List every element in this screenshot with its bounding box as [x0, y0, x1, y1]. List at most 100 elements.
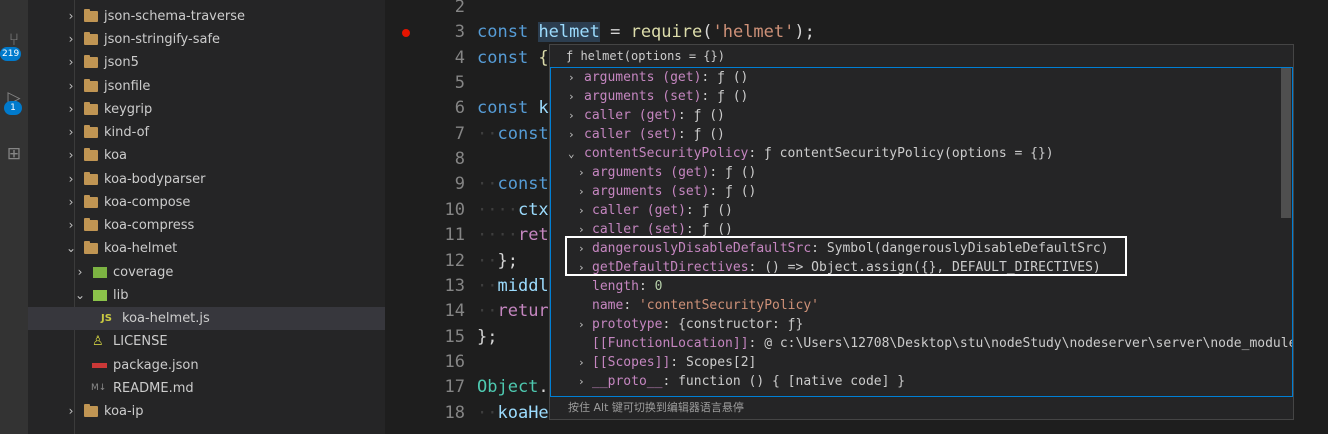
chevron-right-icon: ›: [568, 128, 575, 141]
tree-item-license[interactable]: ♙ LICENSE: [28, 330, 385, 353]
property-key: [[FunctionLocation]]: [592, 336, 749, 351]
chevron-right-icon: ›: [68, 9, 74, 23]
tree-item-label: jsonfile: [104, 79, 151, 94]
line-number: 4: [454, 48, 465, 68]
property-value: ƒ (): [693, 108, 725, 123]
code-line-18: ··koaHe: [477, 403, 549, 423]
property-value: ƒ (): [725, 165, 757, 180]
folder-icon: [84, 195, 98, 208]
line-number: 5: [454, 73, 465, 93]
tree-item-label: LICENSE: [113, 334, 168, 349]
chevron-right-icon: ›: [68, 148, 74, 162]
scm-count-badge: 219: [0, 47, 22, 61]
keyword: const: [497, 174, 549, 194]
line-number: 14: [444, 301, 465, 321]
tree-item-koa-compress[interactable]: › koa-compress: [28, 214, 385, 237]
brace: {: [528, 48, 549, 68]
tree-item-label: koa-helmet.js: [122, 311, 210, 326]
hover-header: ƒ helmet(options = {}): [550, 45, 1293, 68]
property-value: 0: [654, 279, 663, 294]
property-key: caller (get): [584, 108, 678, 123]
tree-item-label: json-stringify-safe: [104, 32, 221, 47]
property-value: {constructor: ƒ}: [678, 317, 804, 332]
tree-item-keygrip[interactable]: › keygrip: [28, 98, 385, 121]
property-value: ƒ (): [693, 127, 725, 142]
tree-item-label: koa-ip: [104, 404, 144, 419]
code-line-13: ··middl: [477, 276, 549, 296]
hover-footer-hint: 按住 Alt 键可切换到编辑器语言悬停: [550, 397, 1293, 419]
chevron-right-icon: ›: [68, 195, 74, 209]
tree-item-jsonfile[interactable]: › jsonfile: [28, 75, 385, 98]
chevron-right-icon: ›: [68, 172, 74, 186]
property-key: arguments (get): [592, 165, 710, 180]
keyword: ret: [517, 225, 549, 245]
hover-title: ƒ helmet(options = {}): [566, 49, 725, 63]
hover-tree[interactable]: › arguments (get): ƒ () › arguments (set):…: [550, 67, 1293, 397]
property-key: caller (set): [584, 127, 678, 142]
debug-hover-widget[interactable]: ƒ helmet(options = {}) › arguments (get):…: [549, 44, 1294, 420]
property-key: caller (get): [592, 203, 686, 218]
tree-item-coverage[interactable]: › coverage: [28, 261, 385, 284]
punctuation: };: [497, 251, 518, 271]
property-value: ƒ contentSecurityPolicy(options = {}): [764, 146, 1054, 161]
line-number: 3: [454, 22, 465, 42]
property-value: ƒ (): [717, 89, 749, 104]
line-number: 13: [444, 276, 465, 296]
line-number: 10: [444, 200, 465, 220]
line-number: 17: [444, 377, 465, 397]
folder-icon: [84, 102, 98, 115]
folder-icon: [84, 172, 98, 185]
tree-item-kind-of[interactable]: › kind-of: [28, 121, 385, 144]
property-value: ƒ (): [701, 222, 733, 237]
tree-item-koa[interactable]: › koa: [28, 144, 385, 167]
coverage-folder-icon: [93, 267, 107, 278]
chevron-down-icon: ⌄: [568, 147, 575, 160]
property-value: @ c:\Users\12708\Desktop\stu\nodeStudy\n…: [764, 336, 1293, 351]
property-key: __proto__: [592, 374, 663, 389]
scrollbar-thumb[interactable]: [1281, 68, 1291, 218]
tree-item-koa-helmet[interactable]: ⌄ koa-helmet: [28, 237, 385, 260]
tree-item-koa-ip[interactable]: › koa-ip: [28, 400, 385, 423]
code-line-11: ····ret: [477, 225, 549, 245]
property-key: getDefaultDirectives: [592, 260, 749, 275]
chevron-right-icon: ›: [68, 218, 74, 232]
tree-item-json5[interactable]: › json5: [28, 51, 385, 74]
tree-item-koa-helmet-js[interactable]: JS koa-helmet.js: [28, 307, 385, 330]
chevron-right-icon: ›: [568, 90, 575, 103]
property-key: length: [592, 279, 639, 294]
tree-item-label: json5: [104, 55, 139, 70]
folder-icon: [84, 32, 98, 45]
folder-icon: [84, 148, 98, 161]
tree-item-json-schema-traverse[interactable]: › json-schema-traverse: [28, 5, 385, 28]
tree-item-label: coverage: [113, 265, 174, 280]
folder-icon: [84, 125, 98, 138]
chevron-right-icon: ›: [568, 109, 575, 122]
property-key: prototype: [592, 317, 663, 332]
tree-item-koa-compose[interactable]: › koa-compose: [28, 191, 385, 214]
tree-item-readme-md[interactable]: M↓ README.md: [28, 377, 385, 400]
tree-item-koa-bodyparser[interactable]: › koa-bodyparser: [28, 168, 385, 191]
line-number: 9: [454, 174, 465, 194]
chevron-right-icon: ›: [578, 204, 585, 217]
tree-item-label: koa-compress: [104, 218, 195, 233]
code-line-4: const {: [477, 46, 549, 71]
npm-file-icon: [92, 363, 107, 368]
property-value: 'contentSecurityPolicy': [638, 298, 819, 313]
keyword: const: [497, 124, 549, 144]
extensions-icon[interactable]: ⊞: [0, 142, 28, 166]
code-line-6: const k: [477, 96, 549, 121]
punctuation: (: [702, 22, 713, 42]
tree-item-package-json[interactable]: package.json: [28, 354, 385, 377]
identifier: ctx: [517, 200, 549, 220]
code-line-14: ··retur: [477, 301, 549, 321]
chevron-right-icon: ›: [578, 318, 585, 331]
keyword: const: [477, 48, 529, 68]
chevron-right-icon: ›: [68, 404, 74, 418]
identifier-helmet[interactable]: helmet: [538, 22, 600, 42]
tree-item-lib[interactable]: ⌄ lib: [28, 284, 385, 307]
tree-item-json-stringify-safe[interactable]: › json-stringify-safe: [28, 28, 385, 51]
lib-folder-icon: [93, 290, 107, 301]
folder-icon: [84, 9, 98, 22]
punctuation: .: [538, 377, 549, 397]
folder-open-icon: [84, 241, 98, 254]
